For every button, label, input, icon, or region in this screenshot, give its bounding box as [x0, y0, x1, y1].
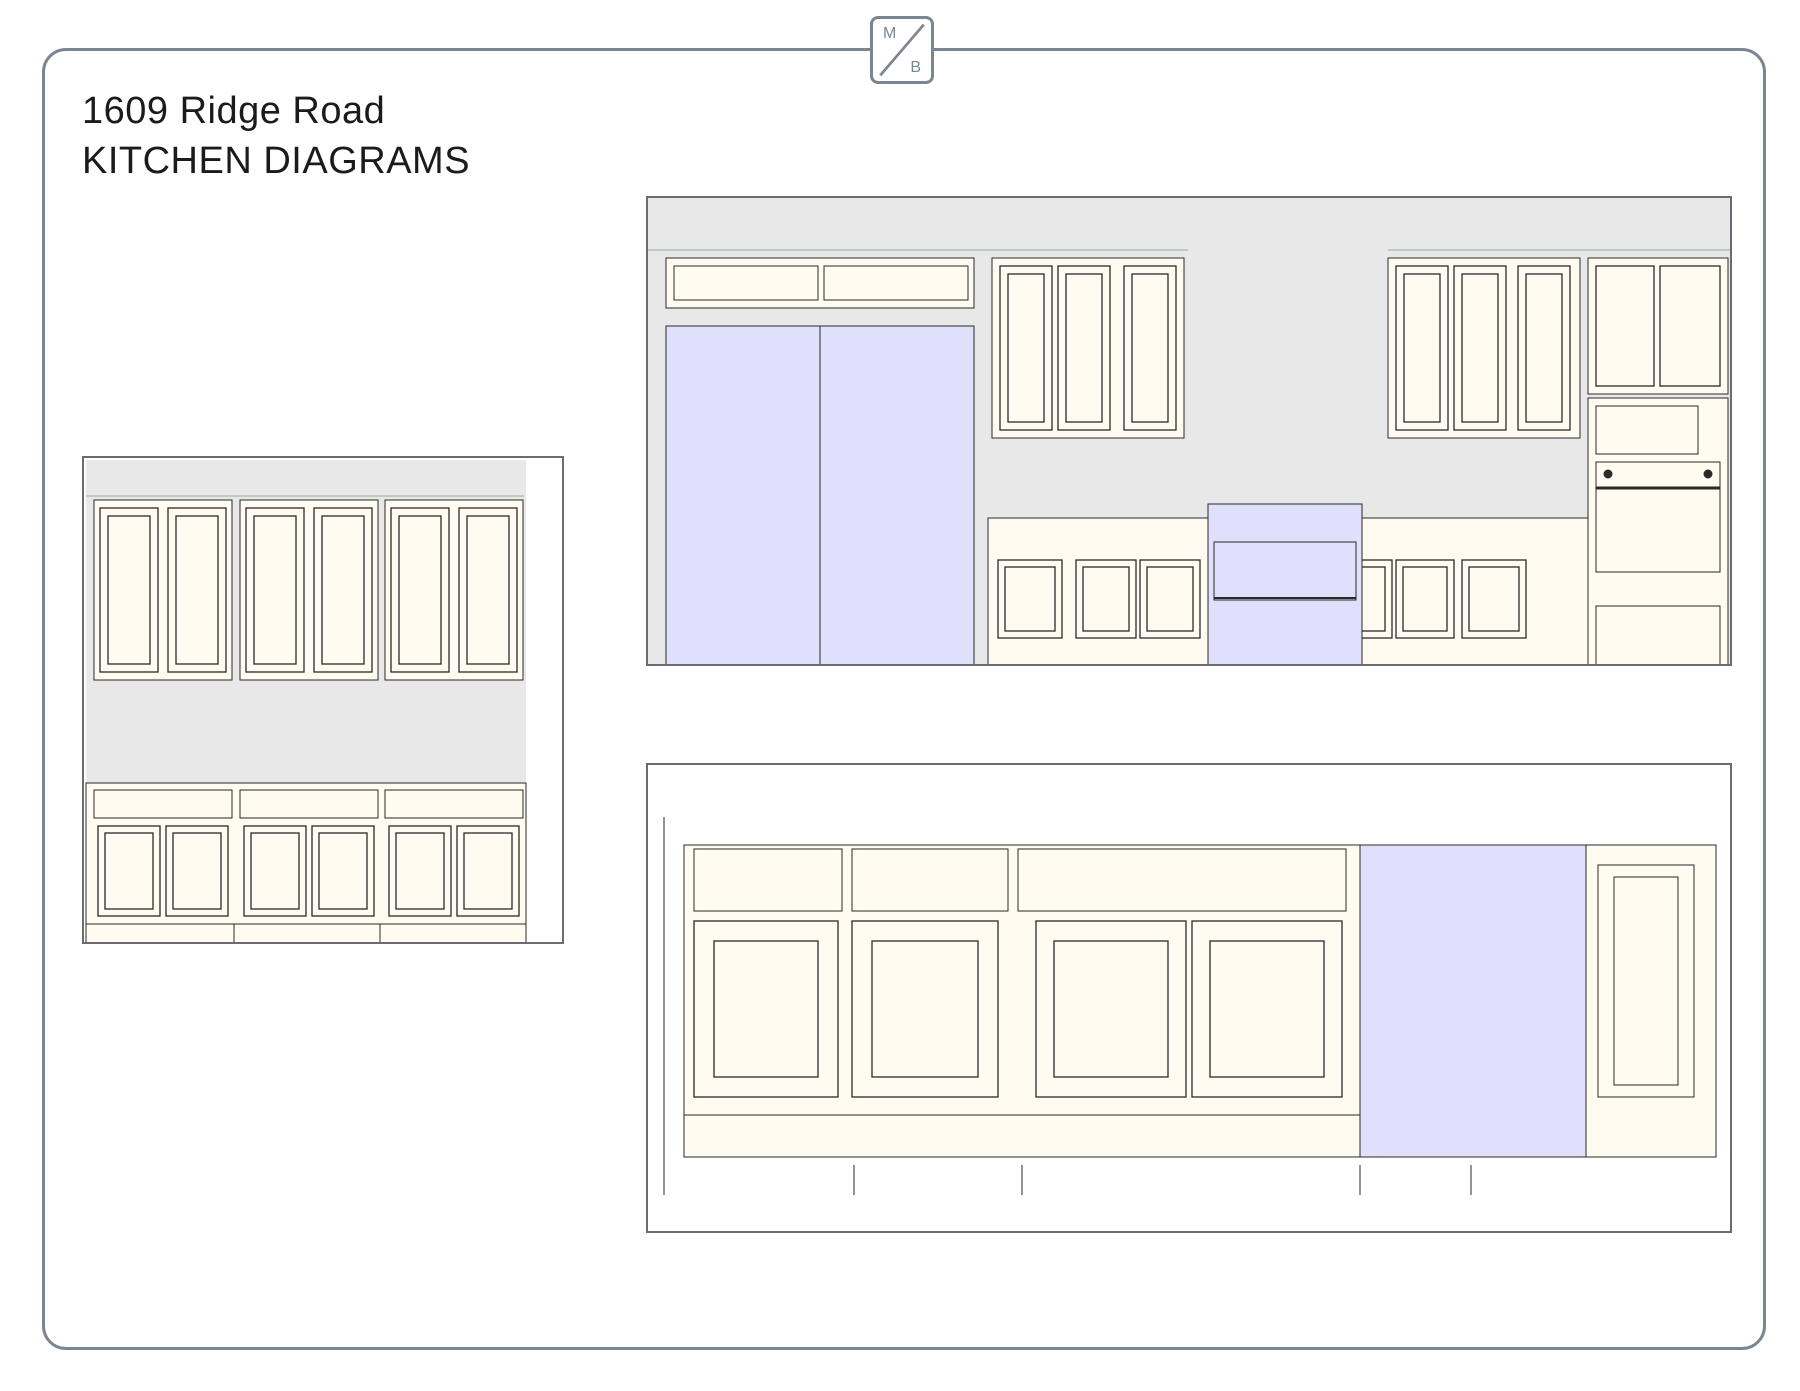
diagrams-subtitle: KITCHEN DIAGRAMS [82, 140, 471, 182]
page-title: 1609 Ridge Road KITCHEN DIAGRAMS [82, 86, 470, 186]
island-drawing [648, 765, 1730, 1231]
left-base-cabinets [85, 782, 527, 942]
logo-letter-m: M [883, 25, 897, 42]
main-wall-drawing [648, 198, 1730, 664]
range [1207, 503, 1363, 664]
island-end-cabinet [1585, 844, 1717, 1158]
logo-letter-b: B [910, 59, 921, 76]
left-wall-drawing [84, 458, 562, 942]
left-wall-elevation [82, 456, 564, 944]
mb-logo: M B [870, 16, 934, 84]
island-base-cabinets [683, 844, 1361, 1158]
island-elevation [646, 763, 1732, 1233]
wall-oven [1587, 397, 1729, 664]
main-wall-elevation [646, 196, 1732, 666]
address-title: 1609 Ridge Road [82, 90, 386, 132]
dishwasher [1359, 844, 1587, 1158]
left-upper-cabinets [93, 499, 524, 681]
